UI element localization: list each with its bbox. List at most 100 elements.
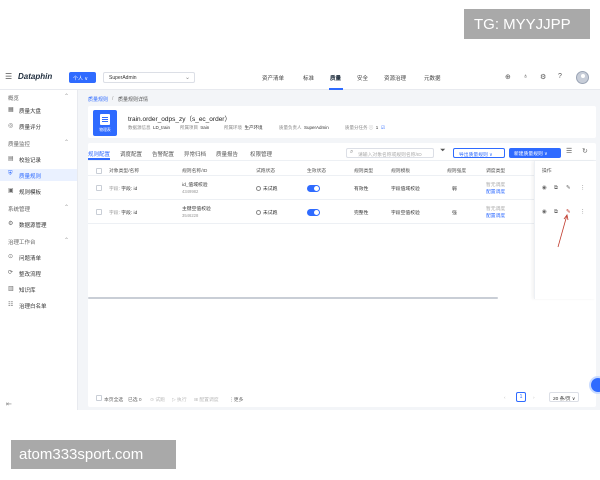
menu-icon[interactable]: ☰: [5, 72, 12, 81]
sidebar-item-datasource-management[interactable]: ⚙ 数据源管理: [0, 218, 77, 230]
col-rule-name: 规则名称/ID: [182, 169, 208, 174]
chevron-up-icon[interactable]: ⌃: [64, 204, 69, 211]
export-rules-button[interactable]: 导出质量规则 ∨: [453, 148, 505, 158]
gear-icon: ⚙: [8, 221, 14, 227]
table-icon: 物理表: [93, 110, 117, 136]
sidebar-group-overview[interactable]: 概览: [8, 94, 19, 102]
nav-security[interactable]: 安全: [357, 74, 368, 82]
filter-icon[interactable]: ⏷: [440, 147, 446, 155]
footer-more-button[interactable]: ⋮更多: [229, 396, 243, 403]
view-icon[interactable]: ◉: [542, 185, 547, 191]
collapse-sidebar-icon[interactable]: ⇤: [6, 400, 12, 408]
trial-status: 未试跑: [256, 185, 277, 192]
more-icon[interactable]: ⋮: [580, 185, 586, 191]
new-rule-button[interactable]: 新建质量规则 ∨: [509, 148, 561, 158]
tab-rule-config[interactable]: 规则配置: [88, 150, 110, 158]
col-trial-status: 试跑状态: [256, 169, 276, 174]
tab-permission[interactable]: 权限管理: [250, 150, 272, 158]
help-icon[interactable]: ?: [558, 73, 562, 80]
tab-alert-config[interactable]: 告警配置: [152, 150, 174, 158]
rule-template: 字段值域校验: [391, 187, 420, 192]
sidebar-item-rule-templates[interactable]: ▣ 规则模板: [0, 185, 77, 197]
edit-icon[interactable]: ✎: [566, 185, 571, 191]
chevron-up-icon[interactable]: ⌃: [64, 237, 69, 244]
next-page-icon[interactable]: ›: [533, 396, 535, 401]
sidebar-item-rectification[interactable]: ⟳ 整改流程: [0, 267, 77, 279]
sidebar-group-system-management[interactable]: 系统管理: [8, 205, 30, 213]
sidebar-item-whitelist[interactable]: ☷ 治理白名单: [0, 299, 77, 311]
row-checkbox[interactable]: [96, 185, 102, 191]
enabled-toggle[interactable]: [307, 209, 320, 216]
select-all-checkbox[interactable]: [96, 168, 102, 174]
user-select-value: SuperAdmin: [109, 75, 137, 81]
sidebar-item-knowledge-base[interactable]: ▥ 知识库: [0, 283, 77, 295]
table-row[interactable]: 字段: 字段: id 主键空值校验 3546228 未试跑 完整性 字段空值校验…: [88, 200, 596, 224]
trial-status: 未试跑: [256, 209, 277, 216]
meta-project: 所属项目 train: [180, 125, 210, 130]
edit-icon[interactable]: ☑: [380, 125, 385, 130]
col-template: 规则模板: [391, 169, 411, 174]
prev-page-icon[interactable]: ‹: [504, 396, 506, 401]
rule-name[interactable]: id_值域校验: [182, 181, 208, 188]
watermark-top: TG: MYYJJPP: [464, 9, 590, 39]
copy-icon[interactable]: ⧉: [554, 185, 558, 192]
nav-standard[interactable]: 标准: [303, 74, 314, 82]
notification-icon[interactable]: ♁: [523, 73, 528, 80]
select-page-label[interactable]: 本页全选: [104, 396, 123, 403]
object-name: 字段: 字段: id: [109, 187, 138, 192]
nav-resource-governance[interactable]: 资源治理: [384, 74, 406, 82]
user-select[interactable]: SuperAdmin ⌄: [103, 72, 195, 83]
footer-select-page-checkbox[interactable]: [96, 395, 102, 401]
view-icon[interactable]: ◉: [542, 209, 547, 215]
edit-icon[interactable]: ✎: [566, 209, 571, 215]
settings-icon[interactable]: ⚙: [540, 73, 546, 81]
search-icon: ⌕: [350, 149, 354, 155]
app-grid-icon[interactable]: ⊕: [505, 73, 511, 81]
nav-metadata[interactable]: 元数据: [424, 74, 441, 82]
sidebar-item-quality-board[interactable]: ▦ 质量大盘: [0, 104, 77, 116]
rule-strength: 弱: [452, 187, 457, 192]
sidebar-item-quality-rules[interactable]: ⛨ 质量规则: [0, 169, 77, 181]
table-type-label: 物理表: [99, 128, 111, 132]
chevron-up-icon[interactable]: ⌃: [64, 93, 69, 100]
configure-schedule-link[interactable]: 配置调度: [486, 188, 505, 195]
tab-schedule-config[interactable]: 调度配置: [120, 150, 142, 158]
score-icon: ◎: [8, 123, 14, 129]
breadcrumb-parent[interactable]: 质量规则: [88, 96, 108, 103]
sidebar-group-quality-monitor[interactable]: 质量监控: [8, 140, 30, 148]
nav-quality[interactable]: 质量: [330, 74, 341, 82]
search-input[interactable]: ⌕ 请输入对象名称或规则名称/ID: [346, 148, 434, 158]
refresh-icon[interactable]: ↻: [582, 147, 588, 155]
nav-asset-list[interactable]: 资产清单: [262, 74, 284, 82]
col-enabled: 生效状态: [307, 169, 327, 174]
footer-execute-button[interactable]: ▷ 执行: [172, 396, 187, 403]
footer-configure-schedule-button[interactable]: ⊞ 配置调度: [194, 396, 219, 403]
help-float-button[interactable]: [589, 376, 600, 394]
more-icon[interactable]: ⋮: [580, 209, 586, 215]
horizontal-scrollbar[interactable]: [88, 297, 498, 299]
row-checkbox[interactable]: [96, 209, 102, 215]
sidebar-item-quality-score[interactable]: ◎ 质量评分: [0, 120, 77, 132]
page-size-select[interactable]: 20 条/页 ∨: [549, 392, 579, 402]
tab-quality-report[interactable]: 质量报告: [216, 150, 238, 158]
copy-icon[interactable]: ⧉: [554, 209, 558, 216]
personal-switch-button[interactable]: 个人 ∨: [69, 72, 96, 83]
sidebar-group-governance[interactable]: 治理工作台: [8, 238, 36, 246]
sidebar-item-issue-list[interactable]: ⊙ 问题清单: [0, 251, 77, 263]
rule-type: 完整性: [354, 211, 369, 216]
object-name: 字段: 字段: id: [109, 211, 138, 216]
pagination-current[interactable]: 1: [516, 392, 526, 402]
rule-name[interactable]: 主键空值校验: [182, 205, 211, 212]
schedule-none: 暂无调度: [486, 207, 506, 212]
tab-exception-archive[interactable]: 异常归档: [184, 150, 206, 158]
top-bar: ☰ Dataphin 个人 ∨ SuperAdmin ⌄ 资产清单 标准 质量 …: [0, 66, 600, 90]
enabled-toggle[interactable]: [307, 185, 320, 192]
avatar[interactable]: [576, 71, 589, 84]
table-row[interactable]: 字段: 字段: id id_值域校验 4349982 未试跑 有效性 字段值域校…: [88, 176, 596, 200]
chevron-up-icon[interactable]: ⌃: [64, 139, 69, 146]
footer-trial-button[interactable]: ⊙ 试跑: [150, 396, 165, 403]
column-settings-icon[interactable]: ☰: [566, 147, 572, 155]
configure-schedule-link[interactable]: 配置调度: [486, 212, 505, 219]
book-icon: ▥: [8, 286, 14, 292]
sidebar-item-validation-records[interactable]: ▤ 校验记录: [0, 153, 77, 165]
